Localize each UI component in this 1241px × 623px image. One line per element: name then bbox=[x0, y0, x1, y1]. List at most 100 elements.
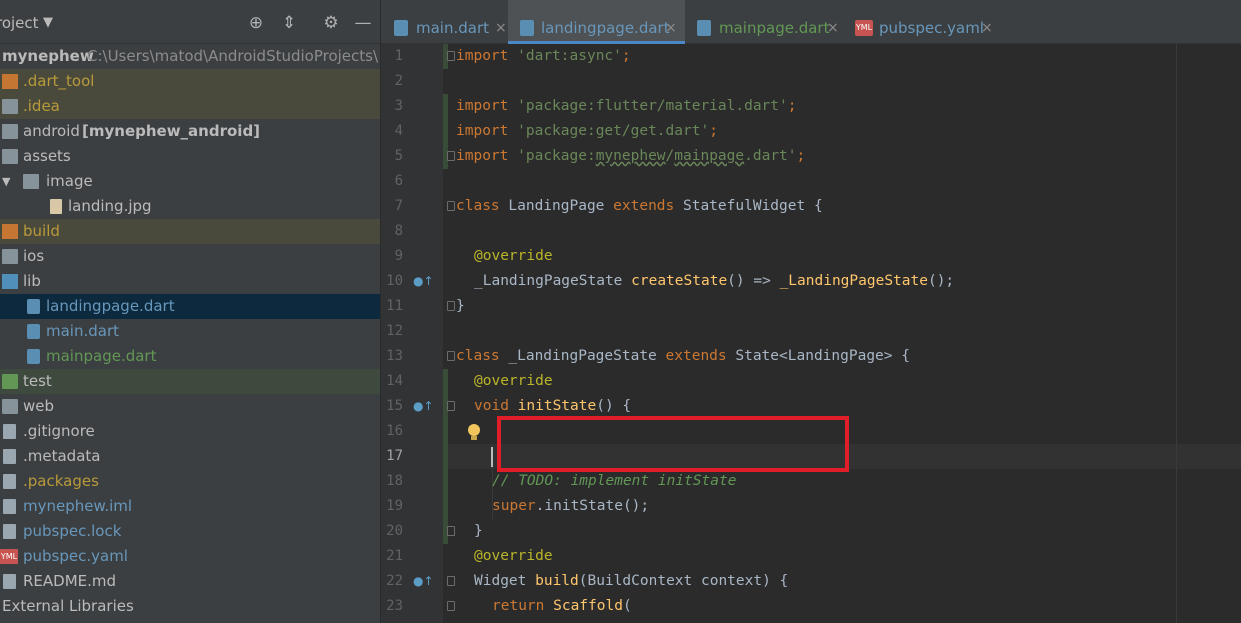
tree-item-android[interactable]: android [mynephew_android] bbox=[0, 119, 380, 144]
hide-panel-icon[interactable]: — bbox=[354, 14, 372, 32]
vcs-change-marker[interactable] bbox=[443, 94, 448, 119]
tab-landingpage-dart[interactable]: landingpage.dart × bbox=[508, 0, 685, 44]
tree-item-landingpage-dart[interactable]: landingpage.dart bbox=[0, 294, 380, 319]
chevron-down-icon[interactable]: ▼ bbox=[43, 15, 53, 30]
dart-file-icon bbox=[697, 20, 711, 36]
tree-item-lib[interactable]: lib bbox=[0, 269, 380, 294]
code-editor[interactable]: import 'dart:async'; import 'package:flu… bbox=[443, 44, 1241, 623]
tab-main-dart[interactable]: main.dart × bbox=[394, 0, 507, 44]
fold-icon[interactable] bbox=[447, 526, 455, 536]
markdown-file-icon bbox=[3, 574, 16, 589]
code-line-4: import 'package:get/get.dart'; bbox=[456, 123, 718, 139]
root-name: mynephew bbox=[2, 47, 94, 65]
tree-item-label: .packages bbox=[23, 472, 99, 490]
tree-item-label: android bbox=[23, 122, 80, 140]
tree-item-label: assets bbox=[23, 147, 71, 165]
dart-file-icon bbox=[27, 299, 40, 314]
code-line-3: import 'package:flutter/material.dart'; bbox=[456, 98, 797, 114]
code-line-11: } bbox=[456, 298, 465, 314]
tree-item-label: lib bbox=[23, 272, 41, 290]
text-caret bbox=[491, 447, 493, 467]
line-number: 7 bbox=[394, 198, 403, 214]
tree-item-label: .idea bbox=[23, 97, 60, 115]
code-line-19: super.initState(); bbox=[492, 498, 650, 514]
fold-icon[interactable] bbox=[447, 201, 455, 211]
tab-pubspec-yaml[interactable]: YML pubspec.yaml × bbox=[855, 0, 995, 44]
code-line-20: } bbox=[474, 523, 483, 539]
override-marker-icon[interactable]: ●↑ bbox=[413, 399, 434, 413]
fold-icon[interactable] bbox=[447, 301, 455, 311]
tree-item-test[interactable]: test bbox=[0, 369, 380, 394]
fold-icon[interactable] bbox=[447, 151, 455, 161]
dart-file-icon bbox=[27, 324, 40, 339]
editor-tab-bar: main.dart × landingpage.dart × mainpage.… bbox=[381, 0, 1241, 44]
tree-item-mynephew-iml[interactable]: mynephew.iml bbox=[0, 494, 380, 519]
tree-item-readme[interactable]: README.md bbox=[0, 569, 380, 594]
tree-root[interactable]: mynephew C:\Users\matod\AndroidStudioPro… bbox=[0, 44, 380, 69]
editor-gutter[interactable]: 1 2 3 4 5 6 7 8 9 10 11 12 13 14 15 16 1… bbox=[381, 44, 443, 623]
gear-icon[interactable]: ⚙ bbox=[322, 14, 340, 32]
tree-item-idea[interactable]: .idea bbox=[0, 94, 380, 119]
tree-item-mainpage-dart[interactable]: mainpage.dart bbox=[0, 344, 380, 369]
tree-item-pubspec-lock[interactable]: pubspec.lock bbox=[0, 519, 380, 544]
fold-icon[interactable] bbox=[447, 576, 455, 586]
project-panel-header: roject ▼ ⊕ ⇕ ⚙ — bbox=[0, 0, 380, 44]
override-marker-icon[interactable]: ●↑ bbox=[413, 574, 434, 588]
tree-item-packages[interactable]: .packages bbox=[0, 469, 380, 494]
line-number: 11 bbox=[386, 298, 403, 314]
project-view-title[interactable]: roject bbox=[0, 14, 39, 32]
override-marker-icon[interactable]: ●↑ bbox=[413, 274, 434, 288]
vcs-change-marker[interactable] bbox=[443, 119, 448, 169]
locate-icon[interactable]: ⊕ bbox=[247, 14, 265, 32]
folder-icon bbox=[2, 74, 18, 89]
file-icon bbox=[3, 524, 16, 539]
module-name: [mynephew_android] bbox=[82, 122, 261, 140]
line-number: 16 bbox=[386, 423, 403, 439]
tree-item-label: pubspec.lock bbox=[23, 522, 122, 540]
tree-item-web[interactable]: web bbox=[0, 394, 380, 419]
vcs-change-marker[interactable] bbox=[443, 369, 448, 544]
yaml-file-icon: YML bbox=[855, 20, 873, 36]
file-icon bbox=[3, 424, 16, 439]
tree-item-main-dart[interactable]: main.dart bbox=[0, 319, 380, 344]
dart-file-icon bbox=[520, 20, 534, 36]
tree-item-label: .metadata bbox=[23, 447, 101, 465]
tree-item-label: image bbox=[46, 172, 93, 190]
line-number: 21 bbox=[386, 548, 403, 564]
fold-icon[interactable] bbox=[447, 601, 455, 611]
expand-arrow-icon[interactable]: ▼ bbox=[2, 169, 10, 194]
code-line-23: return Scaffold( bbox=[492, 598, 632, 614]
tree-item-metadata[interactable]: .metadata bbox=[0, 444, 380, 469]
tab-mainpage-dart[interactable]: mainpage.dart × bbox=[697, 0, 842, 44]
test-folder-icon bbox=[2, 374, 18, 389]
tree-item-image[interactable]: ▼ image bbox=[0, 169, 380, 194]
line-number: 20 bbox=[386, 523, 403, 539]
tree-item-label: landing.jpg bbox=[68, 197, 152, 215]
tree-item-external-libraries[interactable]: External Libraries bbox=[0, 594, 380, 619]
fold-icon[interactable] bbox=[447, 401, 455, 411]
line-number: 18 bbox=[386, 473, 403, 489]
lightbulb-icon[interactable] bbox=[467, 424, 481, 442]
tree-item-ios[interactable]: ios bbox=[0, 244, 380, 269]
fold-icon[interactable] bbox=[447, 51, 455, 61]
code-line-1: import 'dart:async'; bbox=[456, 48, 631, 64]
fold-icon[interactable] bbox=[447, 351, 455, 361]
tree-item-pubspec-yaml[interactable]: YML pubspec.yaml bbox=[0, 544, 380, 569]
tree-item-label: pubspec.yaml bbox=[23, 547, 128, 565]
tree-item-label: build bbox=[23, 222, 60, 240]
code-line-22: Widget build(BuildContext context) { bbox=[474, 573, 789, 589]
tree-item-gitignore[interactable]: .gitignore bbox=[0, 419, 380, 444]
tree-item-build[interactable]: build bbox=[0, 219, 380, 244]
code-line-9: @override bbox=[474, 248, 553, 264]
tree-item-assets[interactable]: assets bbox=[0, 144, 380, 169]
folder-icon bbox=[2, 224, 18, 239]
tree-item-dart-tool[interactable]: .dart_tool bbox=[0, 69, 380, 94]
folder-icon bbox=[2, 249, 18, 264]
code-line-21: @override bbox=[474, 548, 553, 564]
module-file-icon bbox=[3, 499, 16, 514]
line-number: 13 bbox=[386, 348, 403, 364]
tree-item-label: mainpage.dart bbox=[46, 347, 157, 365]
tree-item-landing-jpg[interactable]: landing.jpg bbox=[0, 194, 380, 219]
collapse-all-icon[interactable]: ⇕ bbox=[280, 14, 298, 32]
line-number: 15 bbox=[386, 398, 403, 414]
